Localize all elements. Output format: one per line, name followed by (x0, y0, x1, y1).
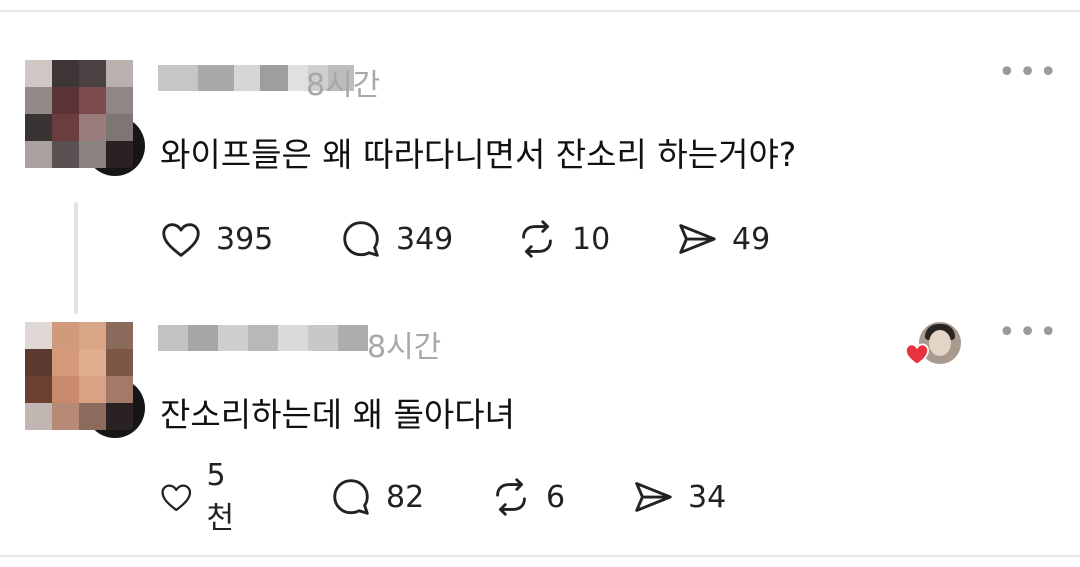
post-time: 8시간 (367, 330, 442, 365)
bottom-divider (0, 555, 1080, 557)
send-icon (679, 224, 716, 254)
reply-count: 82 (386, 479, 425, 515)
repost-button[interactable]: 6 (488, 472, 565, 522)
reply-button[interactable]: 349 (338, 214, 453, 264)
share-button[interactable]: 34 (630, 472, 726, 522)
reply-count: 349 (396, 221, 454, 257)
top-divider (0, 10, 1080, 12)
avatar[interactable] (25, 60, 145, 176)
share-count: 49 (732, 221, 771, 257)
avatar[interactable] (25, 322, 145, 438)
heart-badge-icon (905, 343, 929, 366)
username-blurred[interactable] (158, 320, 368, 356)
reply-button[interactable]: 82 (328, 472, 424, 522)
post-time: 8시간 (306, 68, 381, 103)
comment-icon (343, 221, 379, 257)
repost-button[interactable]: 10 (514, 214, 610, 264)
repost-icon (496, 478, 526, 516)
post-text: 잔소리하는데 왜 돌아다녀 (160, 395, 515, 434)
post-reply[interactable]: 8시간 ••• 잔소리하는데 왜 돌아다녀 5천 82 6 34 (0, 300, 1080, 555)
like-count: 395 (216, 221, 274, 257)
repost-count: 10 (572, 221, 611, 257)
more-icon[interactable]: ••• (998, 318, 1060, 348)
like-button[interactable]: 395 (158, 214, 273, 264)
more-icon[interactable]: ••• (998, 58, 1060, 88)
share-count: 34 (688, 479, 727, 515)
like-count: 5천 (206, 457, 235, 536)
like-button[interactable]: 5천 (158, 458, 244, 536)
post-original[interactable]: 8시간 ••• 와이프들은 왜 따라다니면서 잔소리 하는거야? 395 349… (0, 30, 1080, 314)
repost-icon (522, 220, 552, 258)
heart-icon (162, 223, 200, 257)
thread-line (74, 202, 78, 314)
send-icon (635, 482, 672, 512)
heart-icon (161, 484, 192, 512)
share-button[interactable]: 49 (674, 214, 770, 264)
repost-count: 6 (546, 479, 566, 515)
comment-icon (333, 479, 369, 515)
post-text: 와이프들은 왜 따라다니면서 잔소리 하는거야? (160, 135, 797, 174)
